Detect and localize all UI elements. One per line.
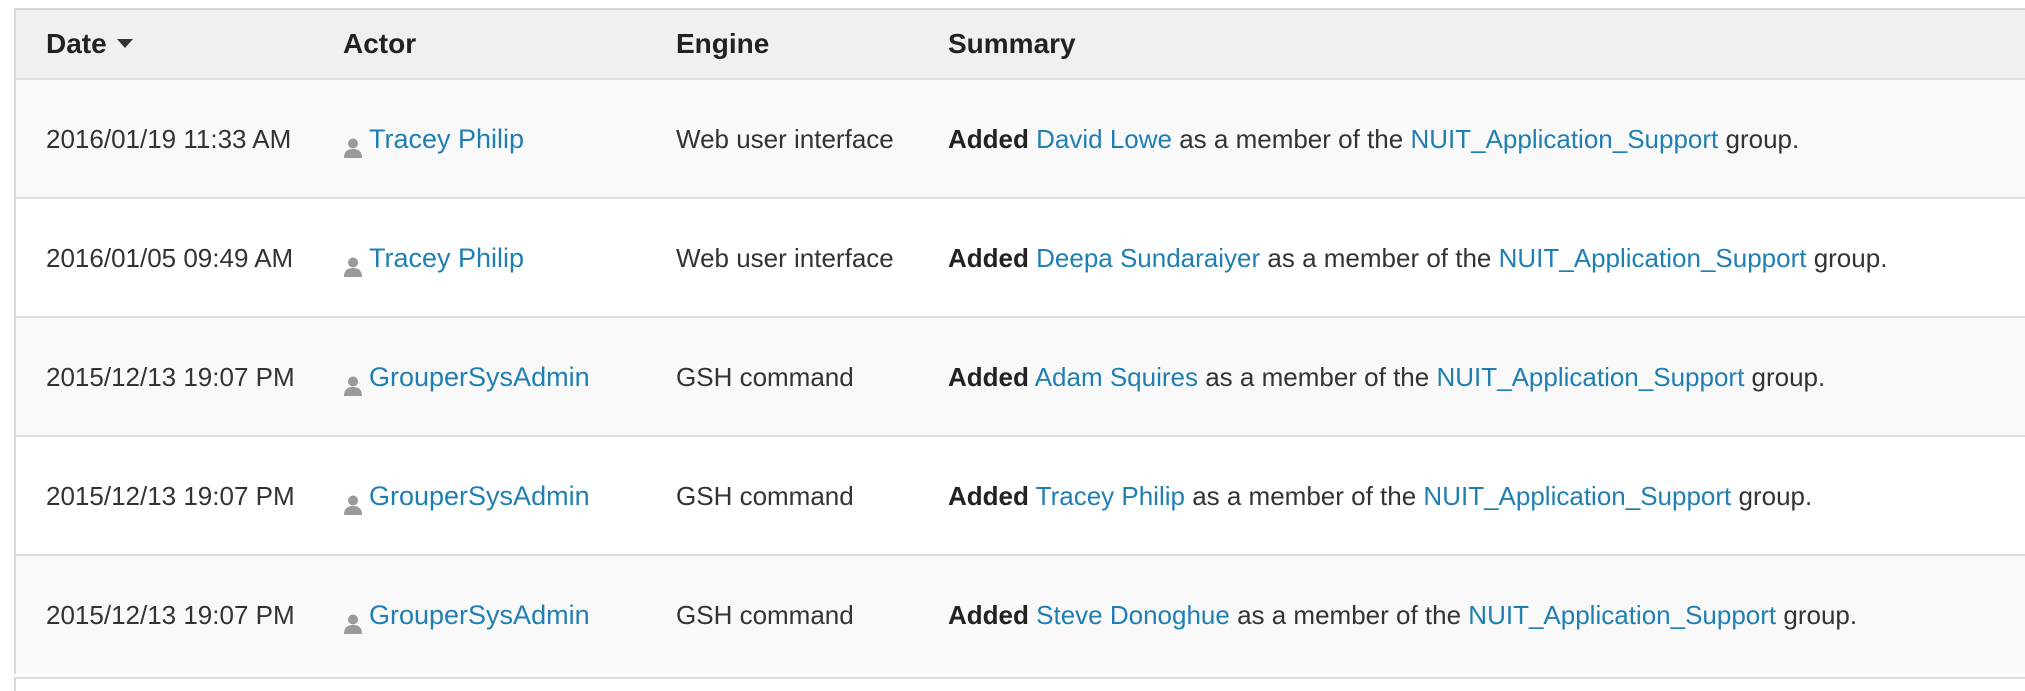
user-icon <box>343 366 363 396</box>
date-cell: 2015/12/13 19:07 PM <box>14 316 313 436</box>
engine-cell: Web user interface <box>646 78 918 198</box>
member-link[interactable]: Tracey Philip <box>1036 481 1185 511</box>
user-icon <box>343 485 363 515</box>
next-row-divider <box>14 677 2025 679</box>
date-value: 2015/12/13 19:07 PM <box>46 361 295 392</box>
group-link[interactable]: NUIT_Application_Support <box>1423 481 1731 511</box>
engine-cell: Web user interface <box>646 197 918 317</box>
user-icon <box>343 247 363 277</box>
table-header-row: Date Actor Engine Summary <box>14 8 2025 80</box>
user-icon <box>343 128 363 158</box>
table-row: 2016/01/19 11:33 AM Tracey Philip Web user… <box>14 78 2025 198</box>
summary-middle-text: as a member of the <box>1171 123 1411 154</box>
engine-header-label: Engine <box>676 28 770 59</box>
table-row: 2015/12/13 19:07 PM GrouperSysAdmin GSH co… <box>14 554 2025 674</box>
date-value: 2015/12/13 19:07 PM <box>46 600 295 630</box>
table-left-border <box>14 678 16 691</box>
summary-end-text: group. <box>1731 480 1813 511</box>
actor-link[interactable]: Tracey Philip <box>369 124 524 154</box>
date-cell: 2015/12/13 19:07 PM <box>14 435 313 555</box>
engine-column-header: Engine <box>646 8 918 80</box>
actor-cell: Tracey Philip <box>313 78 646 198</box>
table-body: 2016/01/19 11:33 AM Tracey Philip Web user… <box>14 78 2025 674</box>
audit-log-table: Date Actor Engine Summary 2016/01/19 11:… <box>14 8 2025 674</box>
actor-column-header: Actor <box>313 8 646 80</box>
table-header: Date Actor Engine Summary <box>14 8 2025 80</box>
summary-cell: Added Steve Donoghue as a member of the … <box>918 554 2025 674</box>
summary-middle-text: as a member of the <box>1184 480 1424 511</box>
summary-end-text: group. <box>1718 123 1800 154</box>
summary-cell: Added Tracey Philip as a member of the N… <box>918 435 2025 555</box>
actor-cell: GrouperSysAdmin <box>313 554 646 674</box>
actor-link[interactable]: Tracey Philip <box>369 243 524 273</box>
engine-cell: GSH command <box>646 316 918 436</box>
date-value: 2016/01/05 09:49 AM <box>46 242 294 273</box>
summary-middle-text: as a member of the <box>1198 361 1437 392</box>
date-column-header[interactable]: Date <box>14 8 313 80</box>
date-cell: 2016/01/05 09:49 AM <box>14 197 313 317</box>
group-link[interactable]: NUIT_Application_Support <box>1468 600 1776 630</box>
summary-middle-text: as a member of the <box>1260 242 1499 273</box>
summary-verb: Added <box>948 361 1029 392</box>
user-icon <box>343 604 363 635</box>
actor-link[interactable]: GrouperSysAdmin <box>369 600 590 630</box>
summary-cell: Added Deepa Sundaraiyer as a member of t… <box>918 197 2025 317</box>
actor-header-label: Actor <box>343 28 417 59</box>
engine-value: Web user interface <box>676 123 894 154</box>
actor-link[interactable]: GrouperSysAdmin <box>369 362 590 392</box>
actor-link[interactable]: GrouperSysAdmin <box>369 481 590 511</box>
member-link[interactable]: Deepa Sundaraiyer <box>1036 243 1260 273</box>
date-cell: 2016/01/19 11:33 AM <box>14 78 313 198</box>
date-header-label: Date <box>46 28 107 59</box>
actor-cell: Tracey Philip <box>313 197 646 317</box>
actor-cell: GrouperSysAdmin <box>313 316 646 436</box>
summary-header-label: Summary <box>948 28 1076 59</box>
date-value: 2016/01/19 11:33 AM <box>46 123 292 154</box>
summary-end-text: group. <box>1744 361 1826 392</box>
summary-cell: Added David Lowe as a member of the NUIT… <box>918 78 2025 198</box>
table-row: 2015/12/13 19:07 PM GrouperSysAdmin GSH co… <box>14 435 2025 555</box>
group-link[interactable]: NUIT_Application_Support <box>1410 124 1718 154</box>
summary-cell: Added Adam Squires as a member of the NU… <box>918 316 2025 436</box>
engine-value: GSH command <box>676 480 854 511</box>
member-link[interactable]: Steve Donoghue <box>1036 600 1230 630</box>
member-link[interactable]: Adam Squires <box>1035 362 1198 392</box>
engine-value: GSH command <box>676 361 854 392</box>
summary-end-text: group. <box>1806 242 1888 273</box>
engine-cell: GSH command <box>646 435 918 555</box>
summary-column-header: Summary <box>918 8 2025 80</box>
summary-verb: Added <box>948 480 1029 511</box>
engine-cell: GSH command <box>646 554 918 674</box>
summary-verb: Added <box>948 242 1029 273</box>
summary-verb: Added <box>948 123 1029 154</box>
group-link[interactable]: NUIT_Application_Support <box>1499 243 1807 273</box>
summary-middle-text: as a member of the <box>1229 600 1469 630</box>
member-link[interactable]: David Lowe <box>1036 124 1172 154</box>
engine-value: Web user interface <box>676 242 894 273</box>
date-value: 2015/12/13 19:07 PM <box>46 480 295 511</box>
group-link[interactable]: NUIT_Application_Support <box>1436 362 1744 392</box>
table-row: 2016/01/05 09:49 AM Tracey Philip Web user… <box>14 197 2025 317</box>
caret-down-icon <box>116 39 133 49</box>
table-row: 2015/12/13 19:07 PM GrouperSysAdmin GSH co… <box>14 316 2025 436</box>
engine-value: GSH command <box>676 600 854 630</box>
summary-verb: Added <box>948 600 1029 630</box>
date-cell: 2015/12/13 19:07 PM <box>14 554 313 674</box>
actor-cell: GrouperSysAdmin <box>313 435 646 555</box>
summary-end-text: group. <box>1776 600 1858 630</box>
